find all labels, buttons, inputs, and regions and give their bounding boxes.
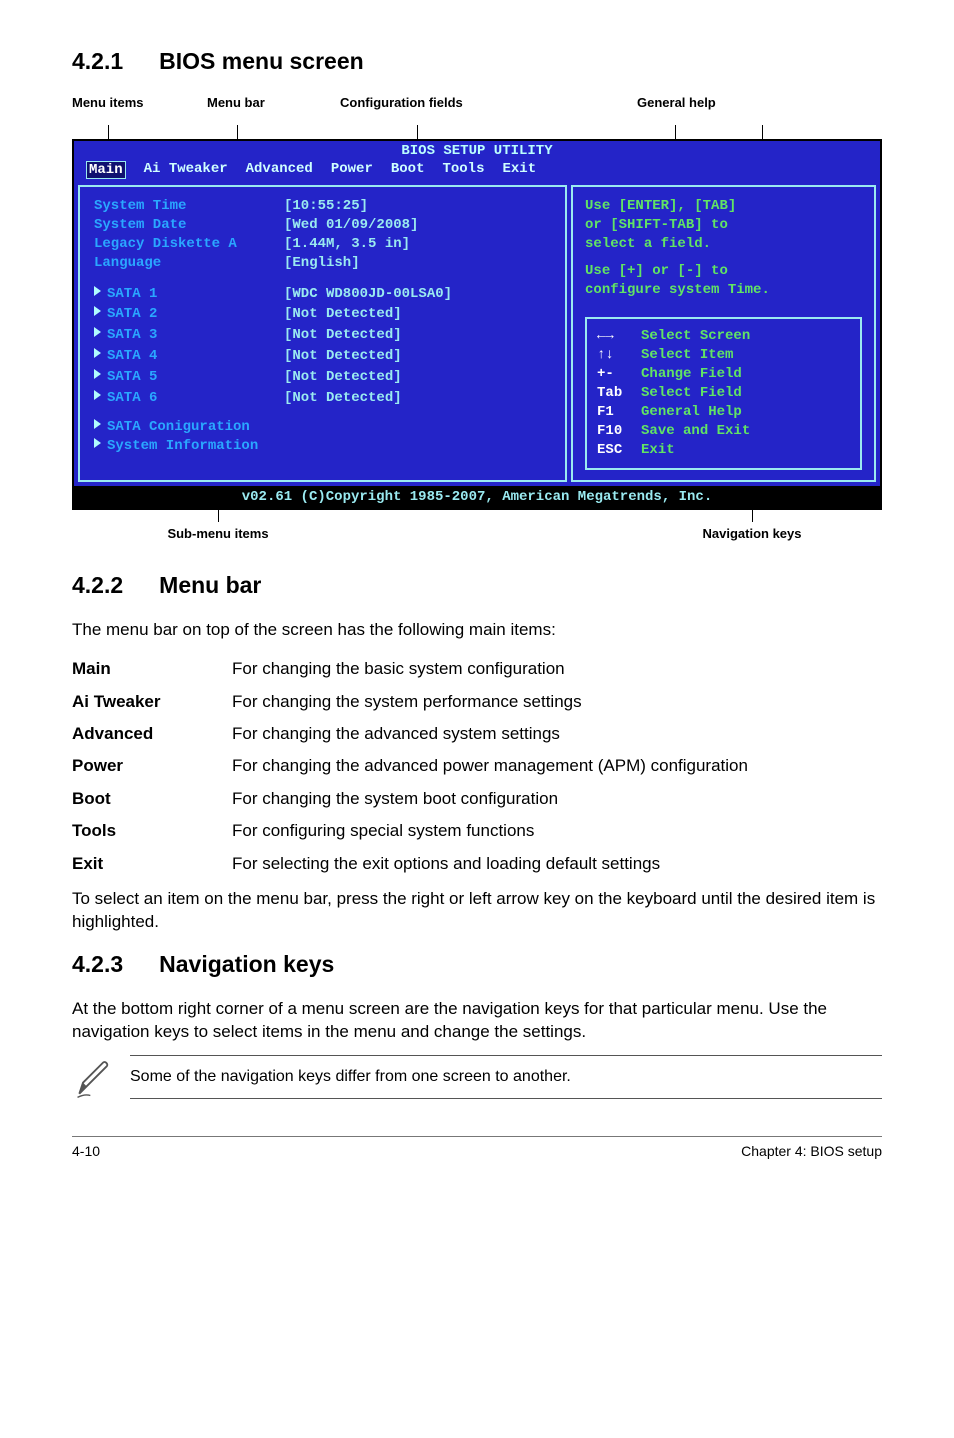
bios-help-text: Use [ENTER], [TAB] or [SHIFT-TAB] to sel… [585,197,862,299]
bios-footer: v02.61 (C)Copyright 1985-2007, American … [74,486,880,508]
tab-boot[interactable]: Boot [391,161,425,179]
triangle-icon [94,286,101,296]
row-exit: ExitFor selecting the exit options and l… [72,848,882,880]
tab-exit[interactable]: Exit [502,161,536,179]
sata-6[interactable]: SATA 6[Not Detected] [94,389,551,408]
label-general-help: General help [637,95,716,110]
nav-save-exit: F10Save and Exit [597,422,850,441]
callout-labels-top: Menu items Menu bar Configuration fields… [72,95,882,125]
triangle-icon [94,390,101,400]
triangle-icon [94,327,101,337]
nav-change-field: +-Change Field [597,365,850,384]
heading-423-num: 4.2.3 [72,951,123,978]
sata-1[interactable]: SATA 1[WDC WD800JD-00LSA0] [94,285,551,304]
heading-421: 4.2.1 BIOS menu screen [72,48,882,75]
nav-general-help: F1General Help [597,403,850,422]
triangle-icon [94,348,101,358]
row-advanced: AdvancedFor changing the advanced system… [72,718,882,750]
text-423-body: At the bottom right corner of a menu scr… [72,998,882,1043]
triangle-icon [94,306,101,316]
value-legacy-diskette: [1.44M, 3.5 in] [284,235,410,254]
triangle-icon [94,369,101,379]
pencil-icon [72,1055,130,1106]
tab-tools[interactable]: Tools [442,161,484,179]
label-config-fields: Configuration fields [340,95,463,110]
tab-power[interactable]: Power [331,161,373,179]
submenu-system-info[interactable]: System Information [94,437,551,456]
sata-3[interactable]: SATA 3[Not Detected] [94,326,551,345]
value-system-date: [Wed 01/09/2008] [284,216,418,235]
heading-422-num: 4.2.2 [72,572,123,599]
field-legacy-diskette[interactable]: Legacy Diskette A [1.44M, 3.5 in] [94,235,551,254]
callout-labels-bottom: Sub-menu items Navigation keys [72,510,882,550]
heading-423: 4.2.3 Navigation keys [72,951,882,978]
submenu-sata-config[interactable]: SATA Coniguration [94,418,551,437]
label-menu-bar: Menu bar [207,95,265,110]
row-tools: ToolsFor configuring special system func… [72,815,882,847]
heading-422-title: Menu bar [159,572,261,598]
bios-nav-keys-box: ←→Select Screen ↑↓Select Item +-Change F… [585,317,862,469]
bios-tabbar: Main Ai Tweaker Advanced Power Boot Tool… [74,159,880,185]
row-boot: BootFor changing the system boot configu… [72,783,882,815]
label-language: Language [94,254,284,273]
row-main: MainFor changing the basic system config… [72,653,882,685]
page-number: 4-10 [72,1143,100,1159]
tick-row-top [72,125,882,139]
label-menu-items: Menu items [72,95,144,110]
nav-select-screen: ←→Select Screen [597,327,850,346]
text-422-intro: The menu bar on top of the screen has th… [72,619,882,641]
note-block: Some of the navigation keys differ from … [72,1055,882,1106]
label-navigation-keys: Navigation keys [703,526,802,541]
nav-select-field: TabSelect Field [597,384,850,403]
triangle-icon [94,438,101,448]
tab-ai-tweaker[interactable]: Ai Tweaker [144,161,228,179]
row-ai-tweaker: Ai TweakerFor changing the system perfor… [72,686,882,718]
label-system-date: System Date [94,216,284,235]
field-system-date[interactable]: System Date [Wed 01/09/2008] [94,216,551,235]
sata-2[interactable]: SATA 2[Not Detected] [94,305,551,324]
value-language: [English] [284,254,360,273]
tab-advanced[interactable]: Advanced [246,161,313,179]
chapter-label: Chapter 4: BIOS setup [741,1143,882,1159]
heading-421-num: 4.2.1 [72,48,123,75]
heading-423-title: Navigation keys [159,951,334,977]
value-system-time: [10:55:25] [284,197,368,216]
menu-description-table: MainFor changing the basic system config… [72,653,882,880]
label-legacy-diskette: Legacy Diskette A [94,235,284,254]
note-text: Some of the navigation keys differ from … [130,1055,882,1099]
bios-screen: BIOS SETUP UTILITY Main Ai Tweaker Advan… [72,139,882,510]
field-system-time[interactable]: System Time [10:55:25] [94,197,551,216]
label-system-time: System Time [94,197,284,216]
heading-422: 4.2.2 Menu bar [72,572,882,599]
label-sub-menu-items: Sub-menu items [167,526,268,541]
bios-left-pane: System Time [10:55:25] System Date [Wed … [78,185,567,482]
field-language[interactable]: Language [English] [94,254,551,273]
nav-select-item: ↑↓Select Item [597,346,850,365]
sata-4[interactable]: SATA 4[Not Detected] [94,347,551,366]
row-power: PowerFor changing the advanced power man… [72,750,882,782]
text-422-foot: To select an item on the menu bar, press… [72,888,882,933]
page-footer: 4-10 Chapter 4: BIOS setup [72,1136,882,1159]
bios-title: BIOS SETUP UTILITY [74,141,880,159]
triangle-icon [94,419,101,429]
bios-right-pane: Use [ENTER], [TAB] or [SHIFT-TAB] to sel… [571,185,876,482]
sata-5[interactable]: SATA 5[Not Detected] [94,368,551,387]
nav-exit: ESCExit [597,441,850,460]
tab-main[interactable]: Main [86,161,126,179]
heading-421-title: BIOS menu screen [159,48,364,74]
